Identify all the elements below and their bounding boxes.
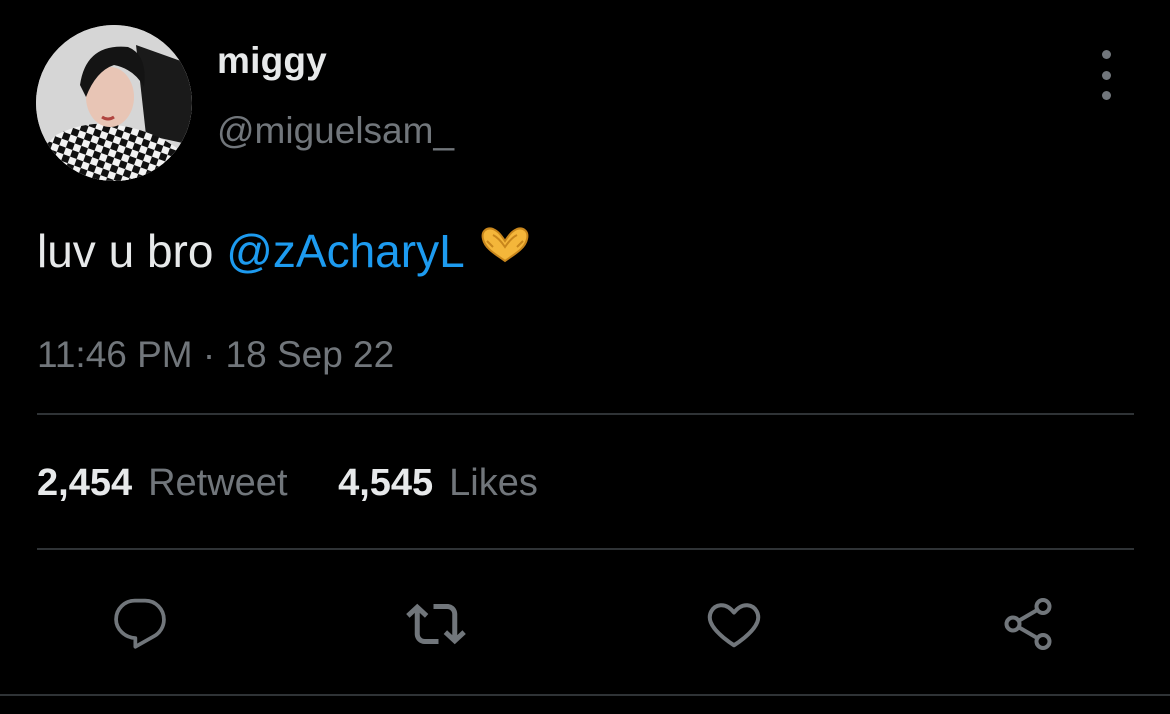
tweet-text-body: luv u bro [37, 225, 227, 277]
tweet-text: luv u bro @zAcharyL [37, 224, 531, 282]
heart-icon [707, 603, 761, 648]
avatar-image [36, 25, 192, 181]
like-button[interactable] [704, 594, 764, 654]
more-dot-icon [1101, 70, 1111, 80]
more-dot-icon [1101, 50, 1111, 59]
divider [37, 413, 1134, 415]
divider [0, 694, 1170, 696]
retweet-button[interactable] [406, 594, 466, 654]
more-options-button[interactable] [1088, 50, 1124, 100]
reply-button[interactable] [110, 594, 170, 654]
share-icon [1004, 598, 1052, 650]
likes-stat[interactable]: 4,545 Likes [338, 462, 538, 505]
likes-count: 4,545 [338, 462, 434, 504]
tweet-detail: miggy @miguelsam_ luv u bro @zAcharyL 11… [0, 0, 1170, 714]
retweets-label: Retweet [148, 462, 288, 504]
more-dot-icon [1101, 91, 1111, 100]
share-button[interactable] [998, 594, 1058, 654]
reply-icon [114, 598, 166, 649]
divider [37, 548, 1134, 550]
tweet-stats: 2,454 Retweet 4,545 Likes [37, 462, 578, 505]
retweets-stat[interactable]: 2,454 Retweet [37, 462, 288, 505]
mention-link[interactable]: @zAcharyL [226, 225, 464, 277]
retweets-count: 2,454 [37, 462, 133, 504]
display-name[interactable]: miggy [217, 40, 327, 82]
likes-label: Likes [449, 462, 538, 504]
tweet-timestamp[interactable]: 11:46 PM · 18 Sep 22 [37, 334, 394, 376]
heart-hands-icon [479, 222, 531, 276]
retweet-icon [406, 603, 466, 645]
user-handle[interactable]: @miguelsam_ [217, 110, 454, 152]
avatar[interactable] [36, 25, 192, 181]
